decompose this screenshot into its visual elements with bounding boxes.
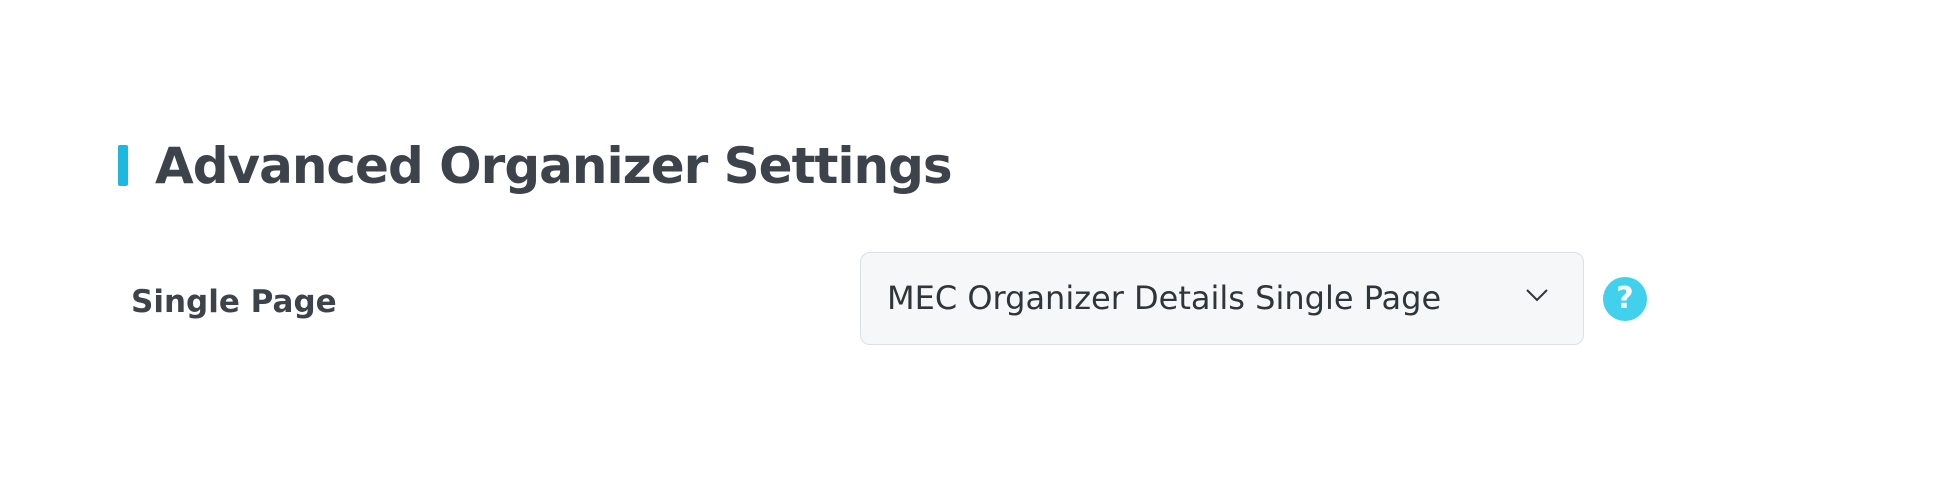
help-icon-glyph: ? bbox=[1616, 281, 1634, 316]
single-page-label: Single Page bbox=[131, 284, 337, 320]
section-title-accent-bar bbox=[118, 145, 128, 186]
chevron-down-icon bbox=[1526, 289, 1548, 302]
single-page-selected-value: MEC Organizer Details Single Page bbox=[887, 279, 1442, 317]
help-icon[interactable]: ? bbox=[1603, 277, 1647, 321]
single-page-select[interactable]: MEC Organizer Details Single Page bbox=[860, 252, 1584, 345]
section-title: Advanced Organizer Settings bbox=[155, 137, 953, 195]
